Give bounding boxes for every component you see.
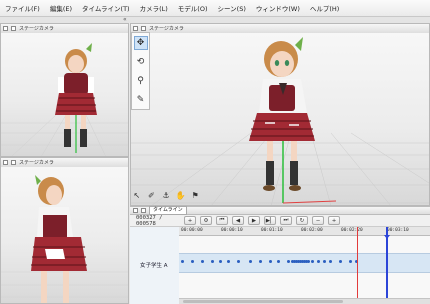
collapse-panel-icon[interactable]: «	[123, 16, 127, 23]
ruler-label: 00:02:00	[301, 228, 323, 233]
keyframe-marker[interactable]	[277, 260, 280, 263]
keyframe-marker[interactable]	[249, 260, 252, 263]
viewport-3d[interactable]	[131, 33, 429, 205]
zoom-out-icon[interactable]: −	[312, 216, 324, 225]
panel-title: ステージカメラ	[149, 26, 184, 32]
keyframe-marker[interactable]	[211, 260, 214, 263]
keyframe-marker[interactable]	[181, 260, 184, 263]
keyframe-marker[interactable]	[323, 260, 326, 263]
viewport-main[interactable]: ステージカメラ	[130, 23, 430, 206]
keyframe-marker[interactable]	[227, 260, 230, 263]
keyframe-marker[interactable]	[349, 260, 352, 263]
keyframe-marker[interactable]	[317, 260, 320, 263]
play-icon[interactable]: ▶	[248, 216, 260, 225]
viewport-bottom-left[interactable]: ステージカメラ	[0, 157, 129, 304]
ruler-label: 00:02:20	[341, 228, 363, 233]
pose-toolbar: ↖ ✐ ⚓ ✋ ⚑	[131, 188, 201, 202]
scrollbar-thumb[interactable]	[183, 300, 343, 303]
menu-bar: ファイル(F) 編集(E) タイムライン(T) カメラ(L) モデル(O) シー…	[0, 0, 430, 17]
keyframe-marker[interactable]	[201, 260, 204, 263]
hand-pose-icon[interactable]: ✋	[175, 189, 187, 201]
forward-end-icon[interactable]: ⏭	[280, 216, 292, 225]
timeline-area[interactable]: 00:00:00 00:00:10 00:01:10 00:02:00 00:0…	[179, 227, 430, 304]
zoom-in-icon[interactable]: +	[328, 216, 340, 225]
pose-tool-icon[interactable]: ✎	[134, 93, 148, 107]
pin-icon[interactable]	[133, 26, 138, 31]
camera-icon[interactable]	[11, 26, 16, 31]
keyframe-settings-icon[interactable]: ⚙	[200, 216, 212, 225]
foot-pose-icon[interactable]: ⚑	[189, 189, 201, 201]
keyframe-marker[interactable]	[219, 260, 222, 263]
menu-timeline[interactable]: タイムライン(T)	[77, 3, 135, 13]
move-tool-icon[interactable]: ✥	[133, 36, 148, 50]
pin-icon[interactable]	[133, 208, 138, 213]
loop-icon[interactable]: ↻	[296, 216, 308, 225]
keyframe-marker[interactable]	[287, 260, 290, 263]
keyframe-marker[interactable]	[329, 260, 332, 263]
camera-icon[interactable]	[141, 26, 146, 31]
tool-palette: ✥ ⟲ ⚲ ✎	[131, 32, 150, 110]
keyframe-marker[interactable]	[269, 260, 272, 263]
panel-title: ステージカメラ	[19, 160, 54, 166]
menu-window[interactable]: ウィンドウ(W)	[251, 3, 305, 13]
menu-file[interactable]: ファイル(F)	[0, 3, 45, 13]
timeline-ruler[interactable]: 00:00:00 00:00:10 00:01:10 00:02:00 00:0…	[179, 227, 430, 236]
track-label-column: 女子学生 A	[130, 227, 180, 304]
viewport-3d[interactable]	[1, 33, 128, 156]
bone-select-icon[interactable]: ↖	[131, 189, 143, 201]
keyframe-marker[interactable]	[307, 260, 310, 263]
viewport-top-left[interactable]: ステージカメラ	[0, 23, 129, 157]
add-keyframe-icon[interactable]: +	[184, 216, 196, 225]
ruler-label: 00:03:10	[387, 228, 409, 233]
menu-edit[interactable]: 編集(E)	[45, 3, 77, 13]
end-marker-handle[interactable]	[384, 235, 390, 239]
ruler-label: 00:00:00	[181, 228, 203, 233]
pin-icon[interactable]	[3, 160, 8, 165]
rotate-tool-icon[interactable]: ⟲	[134, 55, 148, 69]
step-forward-icon[interactable]: ▶▏	[264, 216, 276, 225]
character-figure-main	[249, 37, 315, 191]
keyframe-marker[interactable]	[259, 260, 262, 263]
keyframe-marker[interactable]	[191, 260, 194, 263]
ruler-label: 00:01:10	[261, 228, 283, 233]
scene-render	[1, 43, 128, 156]
menu-camera[interactable]: カメラ(L)	[135, 3, 173, 13]
character-figure-side	[31, 175, 87, 303]
track-row[interactable]	[179, 253, 430, 273]
viewport-3d[interactable]	[1, 167, 128, 303]
track-name[interactable]: 女子学生 A	[140, 261, 168, 269]
scene-render	[131, 37, 429, 205]
frame-counter: 000327 / 000578	[136, 214, 163, 227]
menu-model[interactable]: モデル(O)	[173, 3, 213, 13]
camera-icon[interactable]	[11, 160, 16, 165]
step-back-icon[interactable]: ◀	[232, 216, 244, 225]
bone-anchor-icon[interactable]: ⚓	[160, 189, 172, 201]
keyframe-marker[interactable]	[311, 260, 314, 263]
menu-help[interactable]: ヘルプ(H)	[305, 3, 344, 13]
timeline-scrollbar[interactable]	[179, 298, 430, 304]
panel-title: ステージカメラ	[19, 26, 54, 32]
scene-render	[1, 175, 128, 303]
rewind-start-icon[interactable]: ⏮	[216, 216, 228, 225]
pin-icon[interactable]	[3, 26, 8, 31]
menu-scene[interactable]: シーン(S)	[213, 3, 251, 13]
timeline-icon[interactable]	[141, 208, 146, 213]
zoom-tool-icon[interactable]: ⚲	[134, 74, 148, 88]
keyframe-marker[interactable]	[237, 260, 240, 263]
ruler-label: 00:00:10	[221, 228, 243, 233]
keyframe-marker[interactable]	[339, 260, 342, 263]
bone-pen-icon[interactable]: ✐	[146, 189, 158, 201]
timeline-controls: 000327 / 000578 + ⚙ ⏮ ◀ ▶ ▶▏ ⏭ ↻ − +	[130, 215, 430, 227]
playhead[interactable]	[357, 227, 358, 304]
